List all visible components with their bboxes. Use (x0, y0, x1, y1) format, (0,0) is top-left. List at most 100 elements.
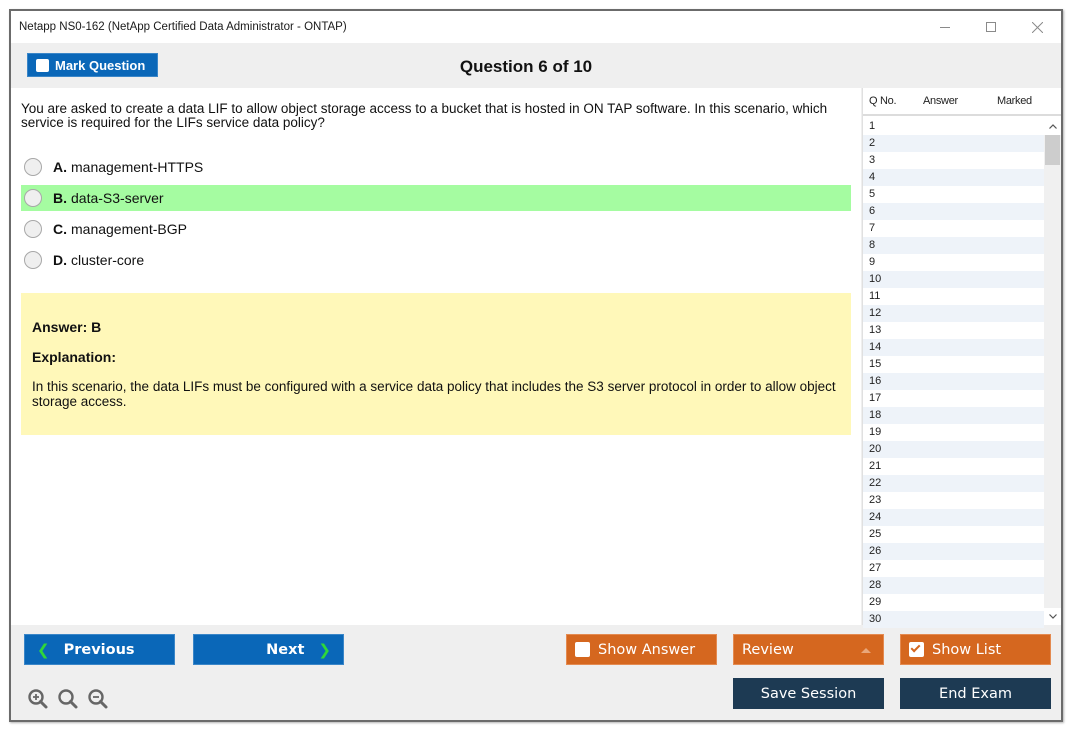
question-list-row[interactable]: 11 (863, 288, 1044, 305)
scroll-up-button[interactable] (1044, 118, 1061, 135)
question-list-row[interactable]: 30 (863, 611, 1044, 628)
option-d[interactable]: D. cluster-core (21, 247, 851, 273)
maximize-icon (986, 22, 996, 32)
save-session-button[interactable]: Save Session (733, 678, 884, 709)
question-counter: Question 6 of 10 (459, 57, 593, 76)
end-exam-label: End Exam (939, 685, 1012, 702)
question-list-row[interactable]: 24 (863, 509, 1044, 526)
question-list-row[interactable]: 29 (863, 594, 1044, 611)
question-list-row[interactable]: 21 (863, 458, 1044, 475)
answer-panel: Answer: B Explanation: In this scenario,… (21, 293, 851, 435)
app-window: Netapp NS0-162 (NetApp Certified Data Ad… (9, 9, 1063, 722)
question-list-row[interactable]: 10 (863, 271, 1044, 288)
question-list: Q No. Answer Marked 1 2 3 4 5 6 7 8 9 10 11 12 13 14 1… (862, 88, 1061, 628)
minimize-icon (940, 26, 950, 28)
save-session-label: Save Session (760, 685, 857, 702)
question-list-row[interactable]: 28 (863, 577, 1044, 594)
option-c[interactable]: C. management-BGP (21, 216, 851, 242)
question-list-row[interactable]: 15 (863, 356, 1044, 373)
question-list-row[interactable]: 4 (863, 169, 1044, 186)
option-b-radio[interactable] (24, 189, 42, 207)
question-list-row[interactable]: 5 (863, 186, 1044, 203)
explanation-heading: Explanation: (32, 349, 117, 365)
answer-label: Answer: B (32, 319, 102, 335)
previous-button[interactable]: ❮ Previous (24, 634, 175, 665)
zoom-out-icon[interactable] (87, 688, 109, 710)
show-answer-checkbox[interactable] (575, 642, 590, 657)
option-c-radio[interactable] (24, 220, 42, 238)
question-list-row[interactable]: 1 (863, 118, 1044, 135)
scroll-down-button[interactable] (1044, 608, 1061, 625)
check-icon (910, 642, 921, 653)
column-header-marked[interactable]: Marked (997, 95, 1032, 107)
question-list-scrollbar[interactable] (1044, 118, 1061, 625)
chevron-down-icon (1048, 614, 1057, 619)
mark-question-button[interactable]: Mark Question (27, 53, 158, 77)
column-header-answer[interactable]: Answer (923, 95, 997, 107)
minimize-button[interactable] (925, 15, 965, 39)
question-list-header: Q No. Answer Marked (863, 88, 1061, 116)
question-list-row[interactable]: 13 (863, 322, 1044, 339)
scroll-thumb[interactable] (1045, 135, 1060, 165)
next-label: Next (266, 641, 305, 658)
option-text: data-S3-server (71, 190, 164, 206)
question-list-row[interactable]: 6 (863, 203, 1044, 220)
close-icon (1031, 21, 1043, 33)
title-bar: Netapp NS0-162 (NetApp Certified Data Ad… (11, 11, 1061, 43)
zoom-controls (27, 688, 117, 710)
question-list-row[interactable]: 9 (863, 254, 1044, 271)
question-text: You are asked to create a data LIF to al… (21, 101, 828, 130)
question-list-row[interactable]: 19 (863, 424, 1044, 441)
question-list-row[interactable]: 20 (863, 441, 1044, 458)
question-list-row[interactable]: 3 (863, 152, 1044, 169)
question-list-row[interactable]: 2 (863, 135, 1044, 152)
maximize-button[interactable] (971, 15, 1011, 39)
chevron-left-icon: ❮ (37, 640, 50, 659)
chevron-right-icon: ❯ (318, 640, 331, 659)
option-a[interactable]: A. management-HTTPS (21, 154, 851, 180)
mark-question-label: Mark Question (55, 57, 146, 73)
explanation-text: In this scenario, the data LIFs must be … (32, 379, 836, 409)
option-letter: B. (53, 190, 67, 206)
option-a-radio[interactable] (24, 158, 42, 176)
mark-question-checkbox[interactable] (36, 58, 49, 72)
close-button[interactable] (1017, 15, 1057, 39)
zoom-in-icon[interactable] (27, 688, 49, 710)
option-b[interactable]: B. data-S3-server (21, 185, 851, 211)
question-list-row[interactable]: 8 (863, 237, 1044, 254)
show-answer-label: Show Answer (598, 641, 696, 658)
end-exam-button[interactable]: End Exam (900, 678, 1051, 709)
option-letter: D. (53, 252, 67, 268)
question-list-row[interactable]: 14 (863, 339, 1044, 356)
show-list-label: Show List (932, 641, 1002, 658)
show-list-checkbox[interactable] (909, 642, 924, 657)
show-answer-button[interactable]: Show Answer (566, 634, 717, 665)
question-list-row[interactable]: 18 (863, 407, 1044, 424)
previous-label: Previous (63, 641, 135, 658)
question-list-row[interactable]: 12 (863, 305, 1044, 322)
option-text: management-BGP (71, 221, 187, 237)
next-button[interactable]: Next ❯ (193, 634, 344, 665)
question-list-row[interactable]: 17 (863, 390, 1044, 407)
option-letter: C. (53, 221, 67, 237)
question-list-row[interactable]: 25 (863, 526, 1044, 543)
question-list-row[interactable]: 27 (863, 560, 1044, 577)
question-list-row[interactable]: 22 (863, 475, 1044, 492)
question-list-row[interactable]: 7 (863, 220, 1044, 237)
caret-up-icon (861, 648, 871, 653)
review-dropdown[interactable]: Review (733, 634, 884, 665)
question-panel: You are asked to create a data LIF to al… (11, 88, 861, 625)
zoom-reset-icon[interactable] (57, 688, 79, 710)
option-letter: A. (53, 159, 67, 175)
question-list-row[interactable]: 16 (863, 373, 1044, 390)
option-d-radio[interactable] (24, 251, 42, 269)
question-list-row[interactable]: 23 (863, 492, 1044, 509)
question-list-row[interactable]: 26 (863, 543, 1044, 560)
window-title: Netapp NS0-162 (NetApp Certified Data Ad… (19, 21, 347, 33)
column-header-qno[interactable]: Q No. (869, 95, 923, 107)
chevron-up-icon (1048, 124, 1057, 129)
option-text: cluster-core (71, 252, 145, 268)
question-list-rows: 1 2 3 4 5 6 7 8 9 10 11 12 13 14 15 16 17 18 19 20 21 22 23 24 2… (863, 118, 1044, 628)
show-list-button[interactable]: Show List (900, 634, 1051, 665)
review-label: Review (742, 641, 794, 658)
